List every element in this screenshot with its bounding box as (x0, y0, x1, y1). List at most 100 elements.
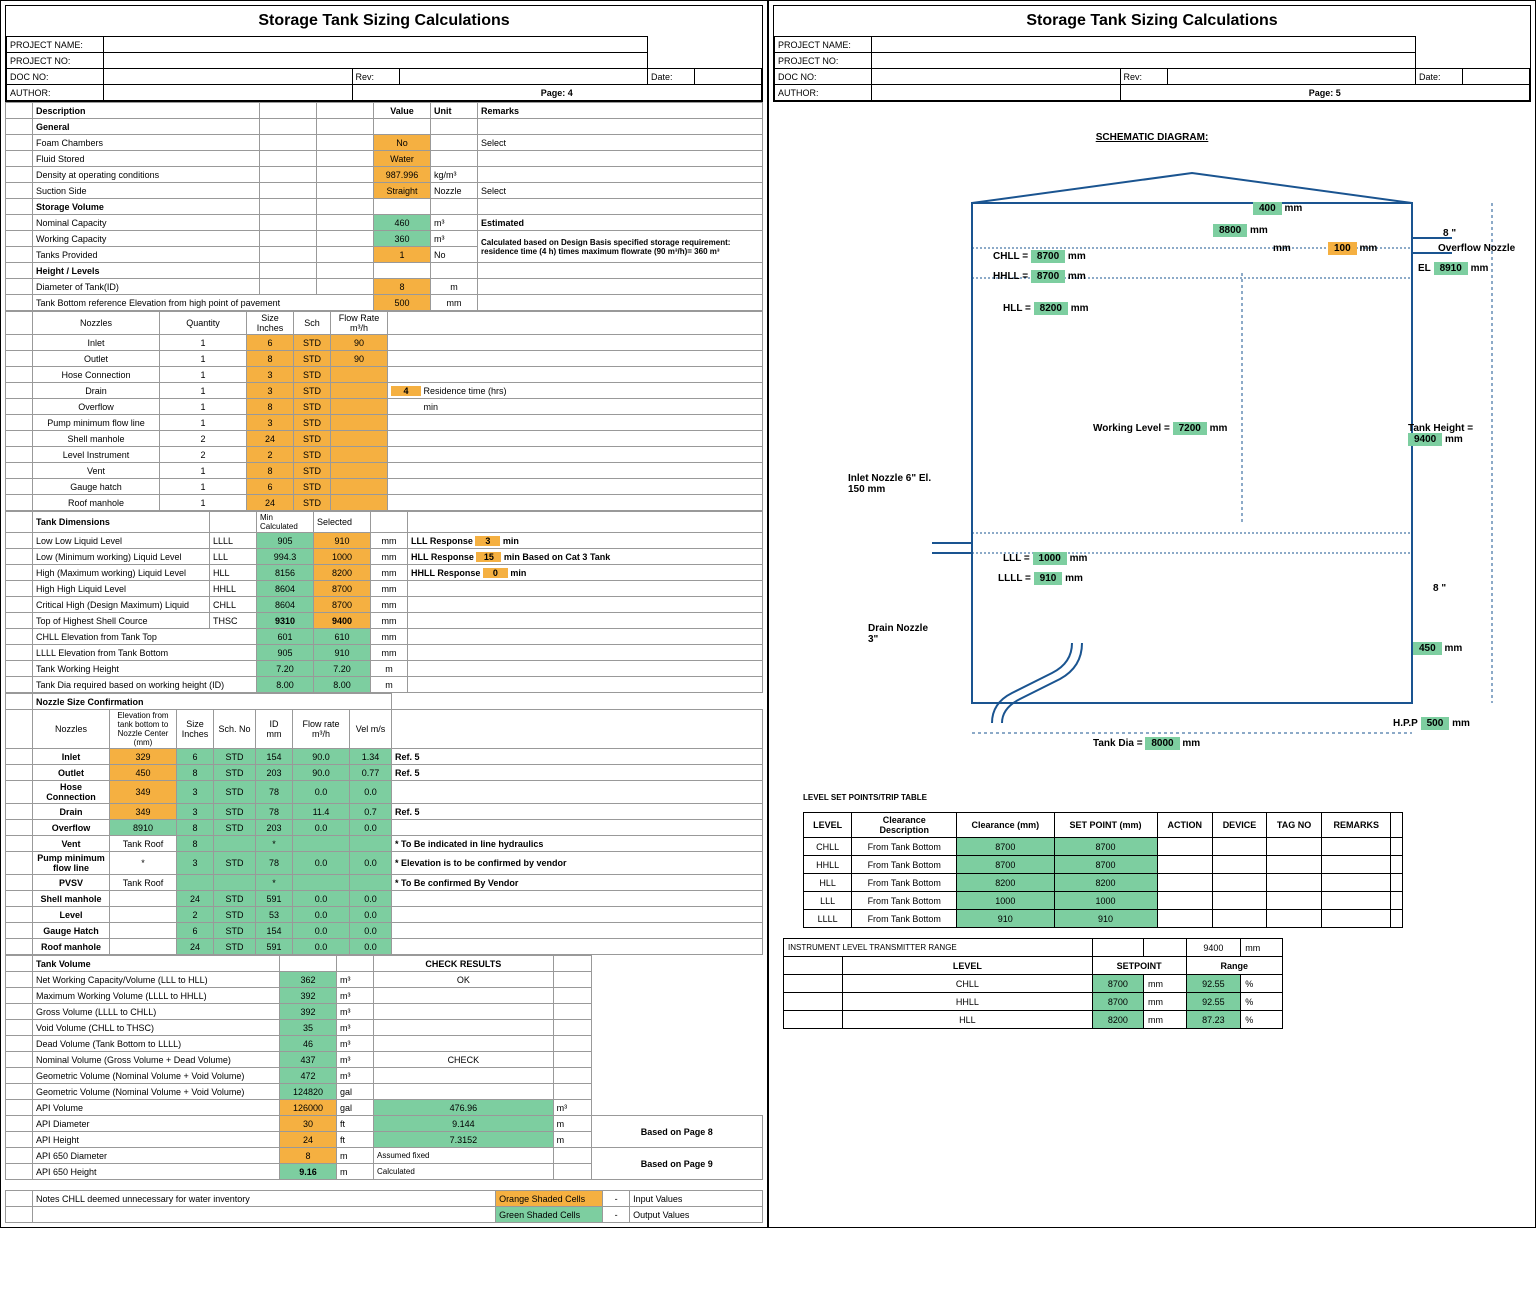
label-hll: HLL = (1003, 303, 1031, 314)
nozzle-outlet: Outlet (33, 351, 160, 367)
row-dead: Dead Volume (Tank Bottom to LLLL) (33, 1036, 280, 1052)
nc-outlet: Outlet (33, 765, 110, 781)
label-8in: 8 " (1443, 228, 1456, 239)
row-dia-req: Tank Dia required based on working heigh… (33, 677, 257, 693)
col-unit: Unit (431, 103, 478, 119)
row-work-height: Tank Working Height (33, 661, 257, 677)
section-storage: Storage Volume (33, 199, 260, 215)
label-400: 400 (1253, 202, 1282, 215)
col-nc-nozzles: Nozzles (33, 710, 110, 749)
page-title-5: Storage Tank Sizing Calculations (774, 6, 1530, 36)
row-hhll: High High Liquid Level (33, 581, 210, 597)
lst-hll: HLL (804, 874, 852, 892)
nozzle-conf-table: Nozzle Size Confirmation NozzlesElevatio… (5, 693, 763, 955)
label-hpp: 500 (1421, 717, 1450, 730)
row-nom-vol: Nominal Volume (Gross Volume + Dead Volu… (33, 1052, 280, 1068)
label-el: 8910 (1434, 262, 1468, 275)
row-chll: Critical High (Design Maximum) Liquid (33, 597, 210, 613)
nc-pvsv: PVSV (33, 875, 110, 891)
col-size: Size Inches (247, 312, 294, 335)
rng-hll: HLL (843, 1011, 1093, 1029)
row-api-vol: API Volume (33, 1100, 280, 1116)
row-tanks: Tanks Provided (33, 247, 260, 263)
nc-vent: Vent (33, 836, 110, 852)
col-nc-sch: Sch. No (214, 710, 256, 749)
nc-pump: Pump minimum flow line (33, 852, 110, 875)
row-api650h: API 650 Height (33, 1164, 280, 1180)
row-bottom-elev: Tank Bottom reference Elevation from hig… (33, 295, 374, 311)
notes-table: Notes CHLL deemed unnecessary for water … (5, 1190, 763, 1223)
row-thsc: Top of Highest Shell Cource (33, 613, 210, 629)
nc-shell: Shell manhole (33, 891, 110, 907)
label-project-no: PROJECT NO: (7, 53, 104, 69)
row-net: Net Working Capacity/Volume (LLL to HLL) (33, 972, 280, 988)
row-void: Void Volume (CHLL to THSC) (33, 1020, 280, 1036)
row-api650d: API 650 Diameter (33, 1148, 280, 1164)
label-drain-nozzle: Drain Nozzle 3" (868, 623, 928, 645)
section-height: Height / Levels (33, 263, 260, 279)
nozzle-vent: Vent (33, 463, 160, 479)
col-setpoint: SET POINT (mm) (1054, 813, 1157, 838)
label-8800: 8800 (1213, 224, 1247, 237)
col-rng-range: Range (1186, 957, 1282, 975)
col-remarks: Remarks (478, 103, 763, 119)
col-flow: Flow Rate m³/h (331, 312, 388, 335)
label-rev: Rev: (352, 69, 399, 85)
nozzle-drain: Drain (33, 383, 160, 399)
col-rng-level: LEVEL (843, 957, 1093, 975)
col-rem: REMARKS (1322, 813, 1391, 838)
nozzle-shell: Shell manhole (33, 431, 160, 447)
label-author: AUTHOR: (7, 85, 104, 101)
level-table-title: LEVEL SET POINTS/TRIP TABLE (803, 793, 1531, 802)
label-llll: LLLL = (998, 573, 1031, 584)
row-hll: High (Maximum working) Liquid Level (33, 565, 210, 581)
nozzle-table: NozzlesQuantitySize InchesSchFlow Rate m… (5, 311, 763, 511)
legend-orange: Orange Shaded Cells (496, 1191, 603, 1207)
lst-chll: CHLL (804, 838, 852, 856)
col-device: DEVICE (1212, 813, 1266, 838)
rng-hhll: HHLL (843, 993, 1093, 1011)
section-tank-vol: Tank Volume (33, 956, 280, 972)
main-table: DescriptionValueUnitRemarks General Foam… (5, 102, 763, 311)
lst-llll: LLLL (804, 910, 852, 928)
row-api-h: API Height (33, 1132, 280, 1148)
section-general: General (33, 119, 260, 135)
legend-green: Green Shaded Cells (496, 1207, 603, 1223)
label-inlet-nozzle: Inlet Nozzle 6" El. 150 mm (848, 473, 948, 495)
col-rng-sp: SETPOINT (1092, 957, 1186, 975)
row-max: Maximum Working Volume (LLLL to HHLL) (33, 988, 280, 1004)
label-100[interactable]: 100 (1328, 242, 1357, 255)
label-overflow-nozzle: Overflow Nozzle (1438, 243, 1515, 254)
col-nc-vel: Vel m/s (350, 710, 392, 749)
nozzle-roof: Roof manhole (33, 495, 160, 511)
nc-hose: Hose Connection (33, 781, 110, 804)
tank-vol-table: Tank Volume CHECK RESULTS Net Working Cap… (5, 955, 763, 1180)
page-number: Page: 4 (352, 85, 762, 101)
col-nc-flow: Flow rate m³/h (293, 710, 350, 749)
range-table: INSTRUMENT LEVEL TRANSMITTER RANGE9400mm… (783, 938, 1283, 1029)
row-dia: Diameter of Tank(ID) (33, 279, 260, 295)
page-number-5: Page: 5 (1120, 85, 1530, 101)
nc-roof: Roof manhole (33, 939, 110, 955)
row-geo: Geometric Volume (Nominal Volume + Void … (33, 1068, 280, 1084)
label-hhll: HHLL = (993, 271, 1028, 282)
label-doc-no: DOC NO: (7, 69, 104, 85)
section-nozzle-conf: Nozzle Size Confirmation (33, 694, 392, 710)
nozzle-overflow: Overflow (33, 399, 160, 415)
col-value: Value (374, 103, 431, 119)
nozzle-pump: Pump minimum flow line (33, 415, 160, 431)
row-llll: Low Low Liquid Level (33, 533, 210, 549)
page-title: Storage Tank Sizing Calculations (6, 6, 762, 36)
nc-inlet: Inlet (33, 749, 110, 765)
row-nom-cap: Nominal Capacity (33, 215, 260, 231)
lst-lll: LLL (804, 892, 852, 910)
col-tag: TAG NO (1266, 813, 1321, 838)
row-gross: Gross Volume (LLLL to CHLL) (33, 1004, 280, 1020)
col-description: Description (33, 103, 260, 119)
col-check: CHECK RESULTS (374, 956, 554, 972)
label-project-name: PROJECT NAME: (7, 37, 104, 53)
row-api-dia: API Diameter (33, 1116, 280, 1132)
row-fluid: Fluid Stored (33, 151, 260, 167)
nc-drain: Drain (33, 804, 110, 820)
tank-schematic (792, 153, 1512, 773)
